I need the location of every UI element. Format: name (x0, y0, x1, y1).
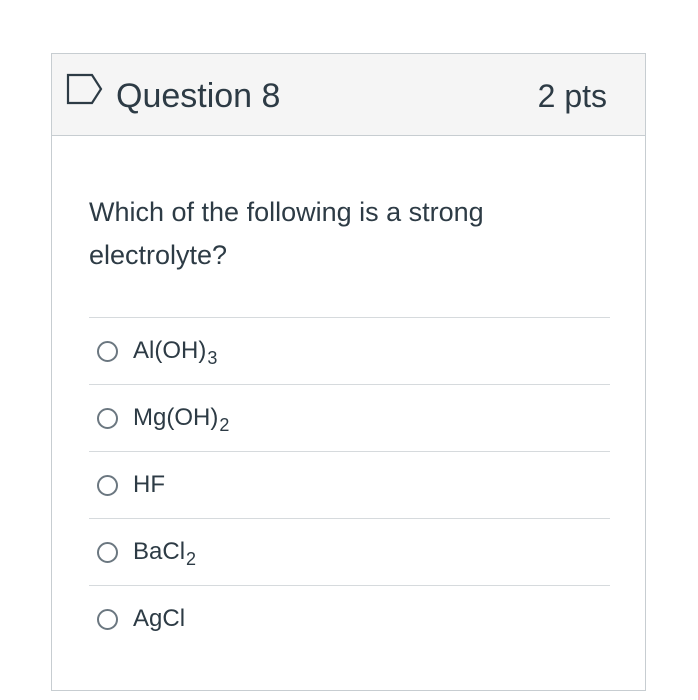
question-points: 2 pts (537, 78, 607, 114)
answer-label: HF (133, 471, 165, 498)
answer-option[interactable]: HF (89, 451, 610, 518)
question-text: Which of the following is a strong elect… (89, 197, 484, 270)
radio-button[interactable] (97, 475, 118, 496)
answer-list: Al(OH)3 Mg(OH)2 HF BaCl2 AgCl (89, 317, 610, 652)
question-card: Question 8 2 pts Which of the following … (51, 53, 646, 691)
radio-button[interactable] (97, 609, 118, 630)
answer-label: Mg(OH)2 (133, 404, 230, 435)
answer-option[interactable]: AgCl (89, 585, 610, 652)
radio-button[interactable] (97, 542, 118, 563)
radio-button[interactable] (97, 408, 118, 429)
question-title: Question 8 (116, 77, 281, 115)
question-header: Question 8 2 pts (52, 54, 645, 136)
answer-option[interactable]: BaCl2 (89, 518, 610, 585)
answer-label: AgCl (133, 605, 186, 632)
answer-option[interactable]: Mg(OH)2 (89, 384, 610, 451)
answer-option[interactable]: Al(OH)3 (89, 317, 610, 384)
answer-label: BaCl2 (133, 538, 197, 569)
answer-label: Al(OH)3 (133, 337, 218, 368)
bookmark-flag-icon[interactable] (66, 73, 104, 105)
radio-button[interactable] (97, 341, 118, 362)
